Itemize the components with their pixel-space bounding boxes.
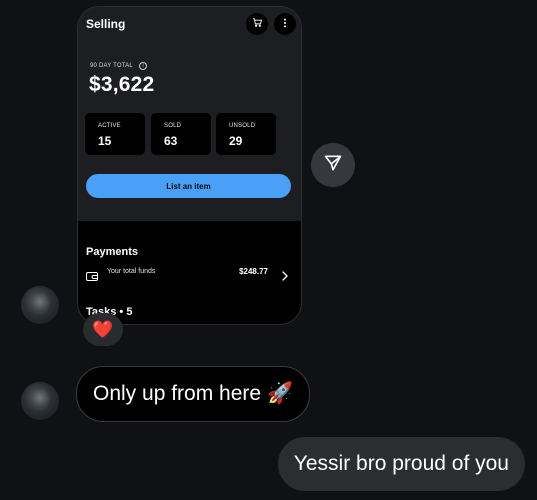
stat-label: SOLD <box>164 123 182 129</box>
message-text: Only up from here <box>93 382 262 405</box>
page-title: Selling <box>86 17 126 31</box>
rocket-emoji: 🚀 <box>267 382 294 405</box>
funds-label: Your total funds <box>107 268 156 275</box>
total-funds-row: Your total funds $248.77 <box>86 267 292 281</box>
cart-icon <box>252 15 263 33</box>
funds-amount: $248.77 <box>239 267 268 276</box>
shared-screenshot[interactable]: Selling 90 DAY TOTAL i $3,622 ACTIVE 15 … <box>77 6 302 325</box>
outgoing-message-bubble[interactable]: Yessir bro proud of you <box>277 437 525 491</box>
stat-value: 29 <box>229 134 243 148</box>
summary-value: $3,622 <box>89 73 155 96</box>
stat-label: ACTIVE <box>98 123 121 129</box>
payments-heading: Payments <box>86 246 138 258</box>
stat-label: UNSOLD <box>229 123 256 129</box>
avatar[interactable] <box>21 382 59 420</box>
share-button[interactable] <box>311 143 355 187</box>
summary-label: 90 DAY TOTAL <box>90 63 133 69</box>
avatar[interactable] <box>21 286 59 324</box>
stat-value: 63 <box>164 134 178 148</box>
heart-reaction[interactable]: ❤️ <box>83 313 123 346</box>
chevron-right-icon <box>282 268 288 286</box>
list-item-button: List an item <box>86 174 291 198</box>
stat-active: ACTIVE 15 <box>85 113 145 155</box>
stat-unsold: UNSOLD 29 <box>216 113 276 155</box>
message-text: Yessir bro proud of you <box>293 452 509 475</box>
more-icon <box>280 15 290 33</box>
cart-button <box>246 13 268 35</box>
heart-icon: ❤️ <box>92 319 114 339</box>
paper-plane-icon <box>323 153 343 178</box>
stat-sold: SOLD 63 <box>151 113 211 155</box>
more-button <box>274 13 296 35</box>
wallet-icon <box>86 268 98 286</box>
info-icon: i <box>139 62 147 70</box>
incoming-message-bubble[interactable]: Only up from here 🚀 <box>76 366 311 422</box>
stat-value: 15 <box>98 134 112 148</box>
